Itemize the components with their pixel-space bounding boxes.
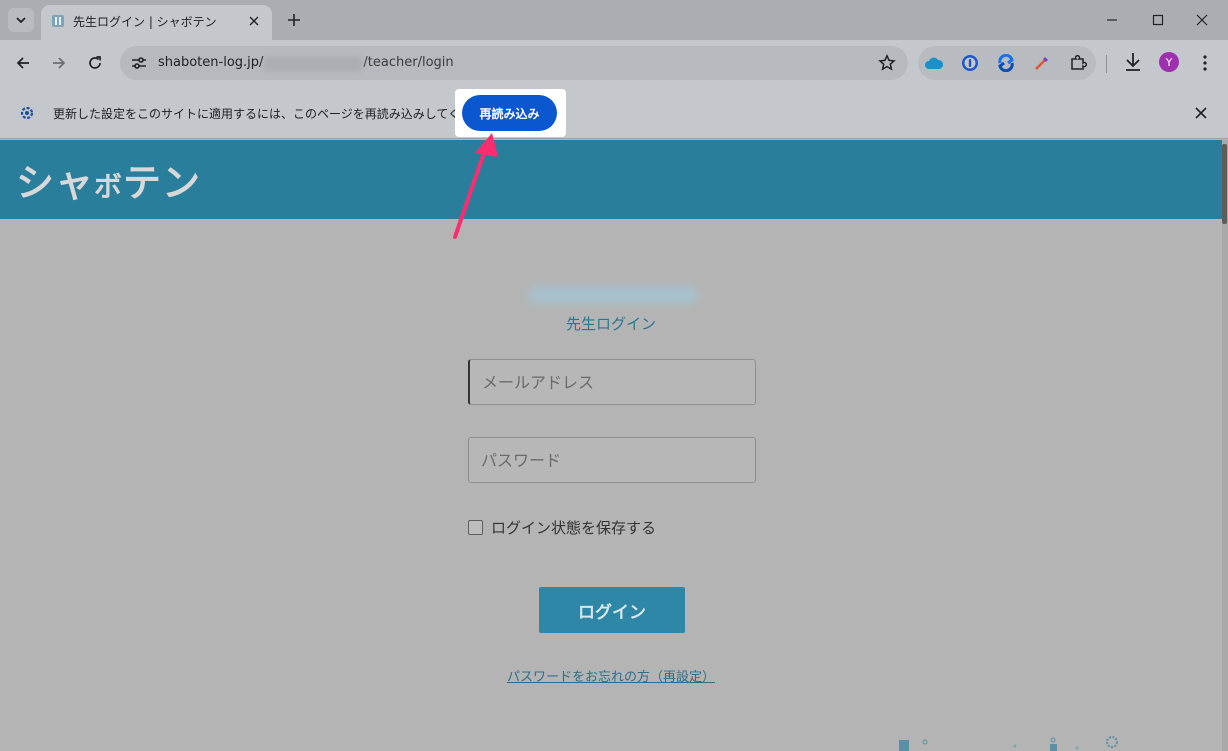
plus-icon [288, 14, 300, 26]
extension-password-manager[interactable] [960, 53, 980, 73]
arrow-right-icon [53, 57, 66, 69]
url-redacted [264, 57, 363, 71]
swirl-icon [998, 54, 1014, 72]
tab-search-button[interactable] [8, 8, 34, 32]
password-field[interactable] [468, 437, 756, 483]
close-icon [1196, 14, 1208, 26]
address-bar[interactable]: shaboten-log.jp/ /teacher/login [120, 46, 908, 80]
remember-label: ログイン状態を保存する [491, 519, 657, 537]
reload-page-button[interactable] [82, 50, 108, 76]
logo-text-1: シャ [16, 161, 95, 205]
maximize-button[interactable] [1146, 8, 1170, 32]
refresh-icon [89, 56, 101, 69]
site-header: シャボテン [0, 140, 1222, 219]
extension-eyedropper[interactable] [1032, 53, 1052, 73]
remember-login[interactable]: ログイン状態を保存する [468, 517, 656, 538]
maximize-icon [1152, 14, 1164, 26]
forgot-password-link[interactable]: パスワードをお忘れの方（再設定） [0, 666, 1222, 685]
browser-tab[interactable]: 先生ログイン | シャボテン [41, 5, 272, 40]
back-button[interactable] [10, 50, 36, 76]
site-settings-icon[interactable] [130, 54, 148, 72]
extension-swirl[interactable] [996, 53, 1016, 73]
email-field[interactable] [468, 359, 756, 405]
browser-toolbar: shaboten-log.jp/ /teacher/login Y [0, 40, 1228, 87]
tab-close-button[interactable] [245, 12, 263, 30]
extension-cloud[interactable] [924, 53, 944, 73]
logo-text-2: ボ [94, 170, 124, 203]
more-vertical-icon [1203, 55, 1207, 71]
key-circle-icon [962, 55, 978, 71]
bookmark-star-icon[interactable] [878, 54, 896, 72]
url-path: /teacher/login [363, 55, 454, 70]
minimize-button[interactable] [1100, 8, 1124, 32]
tab-strip: 先生ログイン | シャボテン [0, 0, 1228, 40]
page-title: 先生ログイン [565, 315, 656, 333]
extensions-group [918, 46, 1096, 80]
extensions-menu-button[interactable] [1068, 53, 1088, 73]
login-button[interactable]: ログイン [539, 587, 685, 633]
url-text: shaboten-log.jp/ /teacher/login [158, 55, 454, 71]
annotation-arrow [453, 133, 498, 239]
cloud-icon [925, 57, 944, 69]
browser-menu-button[interactable] [1196, 52, 1214, 74]
profile-avatar[interactable]: Y [1159, 52, 1179, 72]
logo-text-3: テン [123, 161, 202, 205]
decorative-footer-illustration [899, 736, 1118, 751]
puzzle-icon [1071, 54, 1087, 70]
close-icon[interactable] [1192, 104, 1210, 122]
scrollbar-thumb[interactable] [1222, 144, 1227, 224]
eyedropper-icon [1035, 56, 1049, 70]
window-close-button[interactable] [1190, 8, 1214, 32]
school-name-redacted [528, 286, 698, 304]
gear-icon [20, 106, 34, 120]
arrow-left-icon [16, 57, 29, 69]
reload-infobar: 更新した設定をこのサイトに適用するには、このページを再読み込みしてください 再読… [0, 87, 1228, 139]
forward-button[interactable] [46, 50, 72, 76]
page-scrollbar[interactable] [1222, 140, 1228, 751]
tab-title: 先生ログイン | シャボテン [73, 15, 217, 29]
infobar-message: 更新した設定をこのサイトに適用するには、このページを再読み込みしてください [53, 107, 497, 121]
page-content: シャボテン 先生ログイン ログイン状態を保存する ログイン パスワードをお忘れの… [0, 140, 1222, 751]
screen: 先生ログイン | シャボテン shaboten-log.jp/ /teacher… [0, 0, 1228, 751]
download-icon[interactable] [1122, 50, 1144, 74]
site-logo: シャボテン [16, 152, 201, 207]
minimize-icon [1107, 19, 1117, 21]
new-tab-button[interactable] [282, 8, 306, 32]
toolbar-separator [1106, 55, 1107, 73]
url-domain: shaboten-log.jp/ [158, 55, 264, 70]
remember-checkbox[interactable] [468, 520, 483, 535]
chevron-down-icon [16, 17, 26, 24]
close-icon [249, 16, 259, 26]
site-favicon-icon [52, 15, 64, 27]
